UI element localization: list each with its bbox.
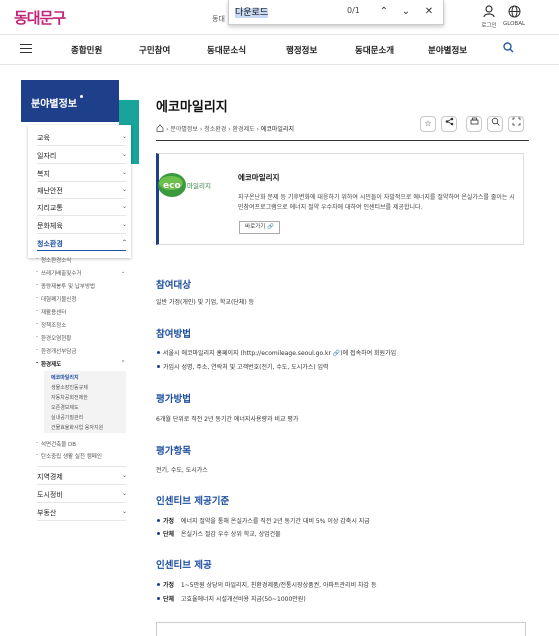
- bullet-item: 서울시 에코마일리지 홈페이지 (http://ecomileage.seoul…: [156, 350, 397, 357]
- find-close-button[interactable]: ✕: [422, 4, 436, 20]
- sub-item[interactable]: 석면건축물 DB: [36, 440, 76, 448]
- find-bar: 다운로드 0/1 ⌃ ⌄ ✕: [228, 0, 444, 25]
- svg-text:eco: eco: [163, 181, 181, 191]
- sidebar-item-environment[interactable]: 청소환경 ⌃: [37, 239, 127, 249]
- section-title: 참여방법: [156, 329, 191, 340]
- section-title: 참여대상: [156, 280, 191, 291]
- bullet-item: 단체 고효율에너지 시설개선비용 지급(50~1000만원): [157, 596, 306, 603]
- section-title: 평가항목: [156, 446, 191, 457]
- sub-item[interactable]: 환경오염현황: [36, 334, 71, 342]
- nav-item-field[interactable]: 분야별정보: [428, 44, 467, 56]
- shortcut-button[interactable]: 바로가기 🔗: [239, 221, 280, 234]
- breadcrumb-item[interactable]: 청소환경: [204, 126, 226, 133]
- share-button[interactable]: [441, 116, 457, 132]
- zoom-icon: [491, 117, 500, 128]
- sidebar-title: 분야별정보: [21, 80, 119, 122]
- subsub-item[interactable]: 오존경보제도: [51, 404, 79, 411]
- print-button[interactable]: [466, 116, 482, 132]
- section-text: 일반 가정(개인) 및 기업, 학교(단체) 등: [156, 299, 255, 306]
- sub-item[interactable]: 환경개선부담금: [36, 347, 76, 355]
- fullscreen-button[interactable]: [508, 116, 524, 132]
- find-count: 0/1: [347, 6, 360, 15]
- sidebar-item-realestate[interactable]: 부동산 ⌄: [37, 508, 127, 518]
- intro-title: 에코마일리지: [238, 173, 280, 182]
- section-text: 전기, 수도, 도시가스: [156, 467, 208, 474]
- login-label: 로그인: [481, 23, 497, 29]
- section-title: 인센티브 제공기준: [156, 496, 230, 507]
- breadcrumb-item[interactable]: 분야별정보: [170, 126, 198, 133]
- sidebar-item-economy[interactable]: 지역경제 ⌄: [37, 472, 127, 482]
- menu-icon[interactable]: [20, 44, 32, 54]
- info-box: [156, 622, 526, 636]
- home-icon[interactable]: [156, 124, 164, 134]
- find-next-button[interactable]: ⌄: [399, 4, 413, 20]
- nav-item-participation[interactable]: 구민참여: [139, 44, 170, 56]
- share-icon: [445, 117, 454, 128]
- section-text: 6개월 단위로 직전 2년 동기간 에너지사용량과 비교 평가: [156, 416, 299, 423]
- subsub-item[interactable]: 생물소장진동규제: [51, 384, 88, 391]
- page-title: 에코마일리지: [156, 100, 228, 115]
- fullscreen-icon: [512, 117, 521, 128]
- subsub-item[interactable]: 건물효율화사업 융자지원: [51, 424, 103, 431]
- sub-item[interactable]: 대형폐기물신청: [36, 295, 76, 303]
- subsub-item[interactable]: 실내공기질관리: [51, 414, 83, 421]
- intro-description: 지구온난화 문제 등 기후변화에 대응하기 위하여 시민들이 자발적으로 에너지…: [238, 194, 515, 211]
- bullet-item: 단체 온실가스 절감 우수 상위 학교, 상업건물: [157, 531, 281, 538]
- nav-item-news[interactable]: 동대문소식: [207, 44, 246, 56]
- nav-item-about[interactable]: 동대문소개: [355, 44, 394, 56]
- sub-item[interactable]: 재활용센터: [36, 308, 66, 316]
- sidebar-item-jobs[interactable]: 일자리 ⌄: [37, 151, 127, 161]
- svg-text:마일리지: 마일리지: [187, 181, 211, 190]
- global-label: GLOBAL: [502, 21, 526, 27]
- subsub-item[interactable]: 자동차공회전제한: [51, 394, 88, 401]
- bookmark-button[interactable]: ☆: [420, 116, 436, 132]
- bullet-item: 가입시 성명, 주소, 연락처 및 고객번호(전기, 수도, 도시가스) 입력: [157, 364, 329, 371]
- breadcrumb-current: 에코마일리지: [260, 126, 294, 133]
- star-icon: ☆: [424, 119, 432, 128]
- breadcrumb-item[interactable]: 환경제도: [233, 126, 255, 133]
- sidebar-item-culture[interactable]: 문화체육 ⌄: [37, 221, 127, 231]
- site-logo[interactable]: 동대문구: [14, 7, 66, 28]
- title-divider: [156, 140, 529, 141]
- bullet-item: 가정 1~5만원 상당의 마일리지, 친환경제품/전통시장상품권, 아파트관리비…: [156, 582, 377, 589]
- globe-icon: [499, 5, 529, 21]
- header-partial-text: 동대: [212, 15, 225, 23]
- find-previous-button[interactable]: ⌃: [377, 4, 391, 20]
- search-icon[interactable]: [503, 42, 514, 56]
- sub-item[interactable]: 탄소중립 생활 실천 캠페인: [36, 452, 102, 460]
- sidebar-item-education[interactable]: 교육 ⌄: [37, 133, 127, 143]
- sub-item[interactable]: 정책조정소: [36, 321, 66, 329]
- sidebar-item-traffic[interactable]: 지리교통 ⌄: [37, 203, 127, 213]
- bullet-item: 가정 에너지 절약을 통해 온실가스를 직전 2년 동기간 대비 5% 이상 감…: [157, 518, 370, 525]
- section-title: 인센티브 제공: [156, 560, 212, 571]
- global-button[interactable]: GLOBAL: [499, 5, 529, 27]
- find-input[interactable]: 다운로드: [235, 5, 340, 19]
- sub-item-active[interactable]: 환경제도⌃: [36, 360, 125, 368]
- nav-item-admin[interactable]: 행정정보: [286, 44, 317, 56]
- zoom-out-button[interactable]: [487, 116, 503, 132]
- nav-item-civil[interactable]: 종합민원: [71, 44, 102, 56]
- sub-item[interactable]: 종량제봉투 및 납부방법: [36, 282, 95, 290]
- sidebar-item-welfare[interactable]: 복지 ⌄: [37, 169, 127, 179]
- sub-item[interactable]: 쓰레기배출및수거⌄: [36, 269, 125, 277]
- section-title: 평가방법: [156, 394, 191, 405]
- sidebar-item-urban[interactable]: 도시정비 ⌄: [37, 490, 127, 500]
- print-icon: [470, 117, 479, 128]
- breadcrumb: › 분야별정보 › 청소환경 › 환경제도 › 에코마일리지: [166, 126, 294, 133]
- sub-item[interactable]: 청소환경소식: [36, 256, 71, 264]
- sidebar-item-safety[interactable]: 재난안전 ⌄: [37, 186, 127, 196]
- eco-mileage-logo: eco 마일리지: [156, 170, 218, 200]
- subsub-item-active[interactable]: 에코마일리지: [51, 374, 79, 381]
